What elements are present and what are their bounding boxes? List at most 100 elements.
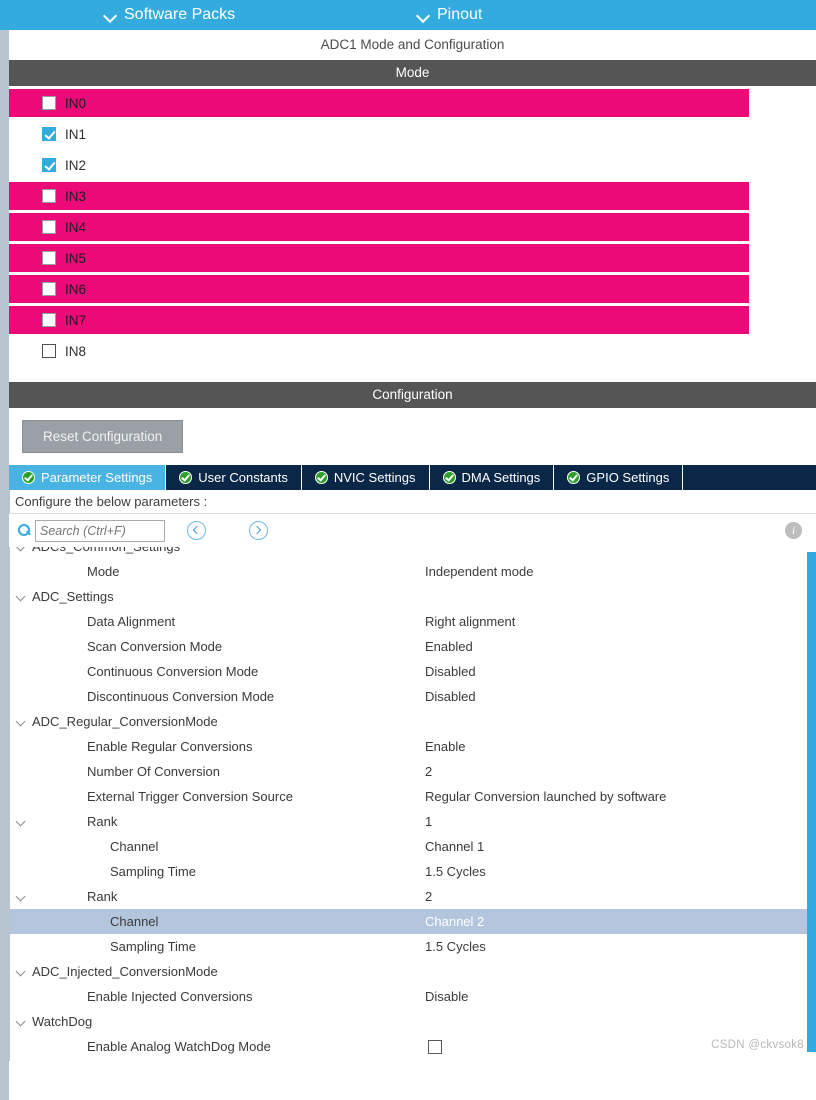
tree-row[interactable]: Channel Channel 2	[10, 909, 816, 934]
tree-row-name: Discontinuous Conversion Mode	[87, 689, 275, 704]
chevron-down-icon[interactable]	[10, 709, 32, 734]
mode-row-in7[interactable]: IN7	[9, 306, 749, 334]
tree-row[interactable]: Enable Regular Conversions Enable	[10, 734, 816, 759]
vertical-scrollbar[interactable]	[807, 552, 816, 1052]
chevron-down-icon[interactable]	[10, 1009, 32, 1034]
green-check-icon	[314, 471, 328, 484]
tree-row[interactable]: Enable Analog WatchDog Mode	[10, 1034, 816, 1059]
tab-label: NVIC Settings	[333, 470, 416, 485]
tree-row-name: Enable Regular Conversions	[87, 739, 253, 754]
tree-row[interactable]: ADC_Settings	[10, 584, 816, 609]
tree-row[interactable]: ADC_Regular_ConversionMode	[10, 709, 816, 734]
tree-row-value[interactable]: Channel 1	[425, 839, 484, 854]
tree-row[interactable]: Discontinuous Conversion Mode Disabled	[10, 684, 816, 709]
tree-row-value[interactable]: Enable	[425, 739, 465, 754]
info-icon[interactable]: i	[785, 522, 802, 539]
tree-row-value[interactable]: 1	[425, 814, 432, 829]
tab-parameter-settings[interactable]: Parameter Settings	[9, 465, 167, 490]
tree-row[interactable]: Continuous Conversion Mode Disabled	[10, 659, 816, 684]
tree-row[interactable]: Rank 1	[10, 809, 816, 834]
chevron-down-icon[interactable]	[10, 547, 32, 559]
watchdog-checkbox[interactable]	[428, 1039, 442, 1054]
menu-item-software-packs[interactable]: Software Packs	[104, 6, 235, 24]
green-check-icon	[567, 471, 581, 484]
checkbox-in1[interactable]	[42, 127, 56, 141]
configuration-section-header: Configuration	[9, 382, 816, 408]
tree-row-value[interactable]: Regular Conversion launched by software	[425, 789, 666, 804]
tree-row-value[interactable]: Disabled	[425, 664, 476, 679]
mode-row-in4[interactable]: IN4	[9, 213, 749, 241]
mode-row-in5[interactable]: IN5	[9, 244, 749, 272]
tree-row-name: Mode	[87, 564, 120, 579]
green-check-icon	[179, 471, 193, 484]
tree-row-name: Enable Injected Conversions	[87, 989, 253, 1004]
reset-configuration-button[interactable]: Reset Configuration	[22, 420, 184, 453]
checkbox-in8[interactable]	[42, 344, 56, 358]
checkbox-in6[interactable]	[42, 282, 56, 296]
tree-row[interactable]: Mode Independent mode	[10, 559, 816, 584]
tree-row[interactable]: Scan Conversion Mode Enabled	[10, 634, 816, 659]
tree-row[interactable]: Data Alignment Right alignment	[10, 609, 816, 634]
mode-row-in6[interactable]: IN6	[9, 275, 749, 303]
checkbox-in5[interactable]	[42, 251, 56, 265]
tab-gpio-settings[interactable]: GPIO Settings	[554, 465, 684, 490]
chevron-down-icon[interactable]	[10, 809, 32, 834]
tree-row[interactable]: WatchDog	[10, 1009, 816, 1034]
tree-row[interactable]: Sampling Time 1.5 Cycles	[10, 934, 816, 959]
checkbox-in3[interactable]	[42, 189, 56, 203]
tree-row-value[interactable]: 2	[425, 764, 432, 779]
tab-dma-settings[interactable]: DMA Settings	[429, 465, 555, 490]
tree-row-value[interactable]: Disable	[425, 989, 468, 1004]
mode-row-in0[interactable]: IN0	[9, 89, 749, 117]
tree-row[interactable]: Enable Injected Conversions Disable	[10, 984, 816, 1009]
tree-row[interactable]: External Trigger Conversion Source Regula…	[10, 784, 816, 809]
chevron-down-icon[interactable]	[10, 959, 32, 984]
mode-row-label: IN0	[65, 95, 87, 111]
nav-next-icon[interactable]	[249, 521, 268, 540]
mode-row-in1[interactable]: IN1	[9, 120, 816, 148]
tree-row[interactable]: ADCs_Common_Settings	[10, 547, 816, 559]
mode-row-label: IN7	[65, 312, 87, 328]
tab-label: DMA Settings	[461, 470, 541, 485]
tree-row-value[interactable]: Enabled	[425, 639, 473, 654]
mode-row-in8[interactable]: IN8	[9, 337, 816, 365]
chevron-down-icon[interactable]	[10, 884, 32, 909]
tab-user-constants[interactable]: User Constants	[166, 465, 302, 490]
tree-row[interactable]: Channel Channel 1	[10, 834, 816, 859]
tree-row-value[interactable]: 1.5 Cycles	[425, 939, 486, 954]
mode-row-in3[interactable]: IN3	[9, 182, 749, 210]
tree-row-value[interactable]: Disabled	[425, 689, 476, 704]
tab-nvic-settings[interactable]: NVIC Settings	[301, 465, 430, 490]
tree-row-value[interactable]: Right alignment	[425, 614, 515, 629]
mode-row-label: IN1	[65, 126, 87, 142]
nav-prev-icon[interactable]	[187, 521, 206, 540]
tree-row[interactable]: ADC_Injected_ConversionMode	[10, 959, 816, 984]
tree-row[interactable]: Number Of Conversion 2	[10, 759, 816, 784]
mode-section-header: Mode	[9, 60, 816, 86]
chevron-down-icon[interactable]	[10, 584, 32, 609]
tree-row-name: External Trigger Conversion Source	[87, 789, 293, 804]
tree-row-value[interactable]: 2	[425, 889, 432, 904]
menu-item-pinout[interactable]: Pinout	[417, 6, 482, 24]
checkbox-in4[interactable]	[42, 220, 56, 234]
tree-row-value[interactable]: 1.5 Cycles	[425, 864, 486, 879]
tab-label: GPIO Settings	[586, 470, 670, 485]
tree-row[interactable]: Rank 2	[10, 884, 816, 909]
tree-row-value[interactable]: Channel 2	[425, 914, 484, 929]
tree-row-name: Scan Conversion Mode	[87, 639, 223, 654]
tree-row[interactable]: Sampling Time 1.5 Cycles	[10, 859, 816, 884]
checkbox-in7[interactable]	[42, 313, 56, 327]
checkbox-in0[interactable]	[42, 96, 56, 110]
search-input[interactable]	[35, 519, 165, 542]
checkbox-in2[interactable]	[42, 158, 56, 172]
tree-row-value[interactable]: Independent mode	[425, 564, 533, 579]
mode-row-in2[interactable]: IN2	[9, 151, 816, 179]
